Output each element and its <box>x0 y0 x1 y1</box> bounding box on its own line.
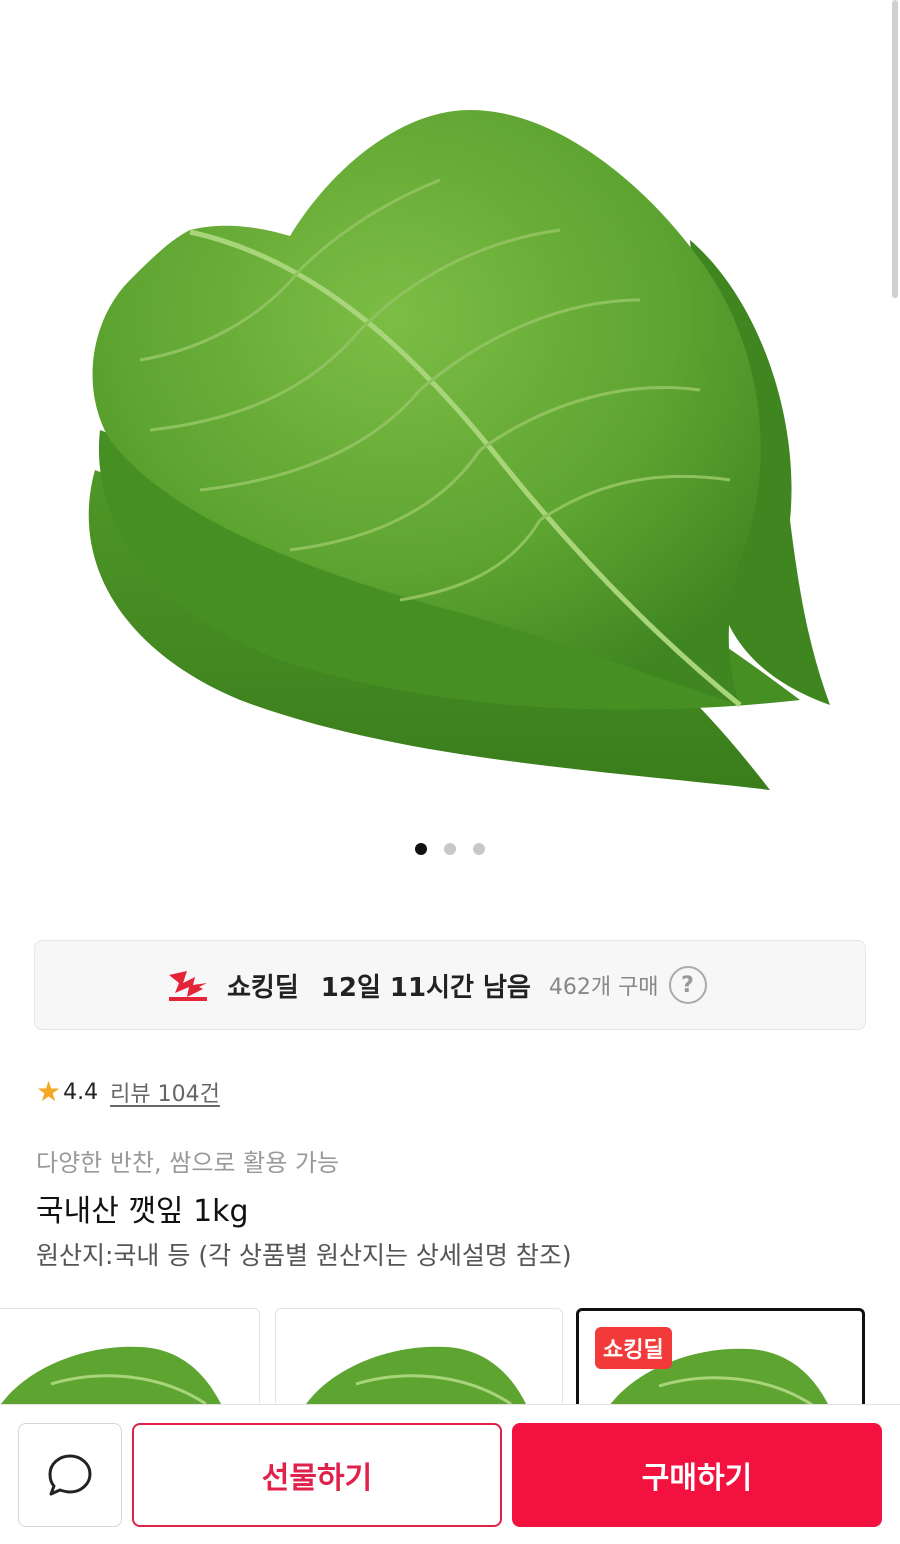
gift-button[interactable]: 선물하기 <box>132 1423 502 1527</box>
carousel-indicator <box>0 843 900 855</box>
scrollbar[interactable] <box>892 0 898 298</box>
rating-value: 4.4 <box>63 1079 99 1105</box>
deal-name: 쇼킹딜 <box>227 972 299 1003</box>
shocking-deal-badge: 쇼킹딜 <box>595 1327 672 1369</box>
help-icon[interactable]: ? <box>668 966 707 1004</box>
deal-time-remaining: 12일 11시간 남음 <box>320 972 531 1003</box>
product-image-carousel[interactable] <box>0 0 900 905</box>
option-card-selected[interactable]: 쇼킹딜 <box>576 1308 865 1404</box>
option-thumbnails: 쇼킹딜 <box>0 1308 900 1404</box>
option-card[interactable] <box>275 1308 563 1404</box>
carousel-dot-active[interactable] <box>415 843 427 855</box>
carousel-dot[interactable] <box>473 843 485 855</box>
chat-bubble-icon <box>48 1454 92 1496</box>
product-subtitle: 다양한 반찬, 쌈으로 활용 가능 <box>36 1149 340 1177</box>
bottom-action-bar: 선물하기 구매하기 <box>0 1404 900 1544</box>
chat-button[interactable] <box>18 1423 122 1527</box>
shocking-deal-banner: 쇼킹딜 12일 11시간 남음 462개 구매 ? <box>34 940 866 1030</box>
star-icon: ★ <box>36 1075 62 1108</box>
perilla-leaf-thumbnail <box>306 1346 526 1404</box>
carousel-dot[interactable] <box>444 843 456 855</box>
shocking-deal-lightning-icon <box>169 971 207 1001</box>
product-origin: 원산지:국내 등 (각 상품별 원산지는 상세설명 참조) <box>36 1241 572 1270</box>
review-link[interactable]: 리뷰 104건 <box>110 1076 220 1108</box>
option-card[interactable] <box>0 1308 260 1404</box>
rating-row: ★ 4.4 리뷰 104건 <box>36 1076 220 1108</box>
purchase-count: 462개 구매 <box>548 975 659 1000</box>
perilla-leaf-image <box>88 110 830 790</box>
product-title: 국내산 깻잎 1kg <box>36 1194 249 1229</box>
perilla-leaf-thumbnail <box>1 1346 221 1404</box>
buy-button[interactable]: 구매하기 <box>512 1423 882 1527</box>
